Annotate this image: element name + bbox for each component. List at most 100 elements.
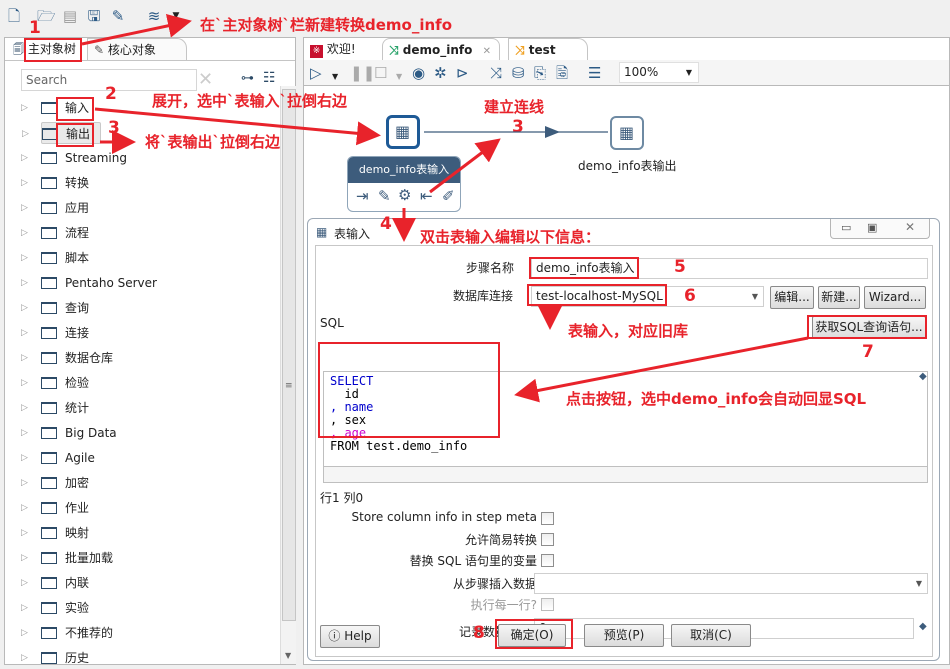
folder-icon [41,502,57,514]
gear-icon[interactable]: ⚙ [398,186,411,204]
expand-arrow-icon[interactable]: ▷ [21,297,28,319]
debug-icon[interactable]: ✲ [434,64,447,82]
expand-arrow-icon[interactable]: ▷ [21,247,28,269]
expand-arrow-icon[interactable]: ▷ [22,123,29,145]
annotation-box-1 [24,38,82,62]
cancel-button[interactable]: 取消(C) [671,624,751,647]
tab-welcome[interactable]: ※ 欢迎! [306,38,380,60]
folder-icon [41,602,57,614]
tree-item-label: 检验 [65,376,90,390]
replay-icon[interactable]: ⊳ [456,64,469,82]
table-icon: ▦ [316,225,328,239]
folder-icon [41,277,57,289]
dropdown-icon[interactable]: ▼ [168,8,184,24]
insert-from-step-select[interactable]: ▼ [534,573,928,594]
expand-arrow-icon[interactable]: ▷ [21,97,28,119]
expand-arrow-icon[interactable]: ▷ [21,322,28,344]
table-output-step[interactable]: ▦ [610,116,644,150]
scroll-down-icon[interactable]: ▼ [285,651,291,660]
preview-button[interactable]: 预览(P) [584,624,664,647]
table-input-step[interactable]: ▦ [386,115,420,149]
sql-icon[interactable]: ⎘ [534,64,546,82]
tree-item-label: 实验 [65,601,90,615]
input-icon[interactable]: ⇥ [356,187,369,205]
explore-icon[interactable]: ▤ [62,8,78,24]
stop-dropdown-icon[interactable]: ▼ [396,68,402,86]
expand-arrow-icon[interactable]: ▷ [21,222,28,244]
folder-icon [41,327,57,339]
expand-arrow-icon[interactable]: ▷ [21,172,28,194]
zoom-value: 100% [624,65,659,79]
replace-vars-checkbox[interactable] [541,554,554,567]
tab-core-objects[interactable]: ✎ 核心对象 [87,38,187,60]
run-icon[interactable]: ▷ [310,64,322,82]
close-icon[interactable]: ✕ [905,220,915,234]
expand-arrow-icon[interactable]: ▷ [21,372,28,394]
transformation-icon: ⤨ [389,43,399,57]
folder-icon [41,577,57,589]
tree-item-label: Pentaho Server [65,276,157,290]
maximize-icon[interactable]: ▣ [867,221,877,234]
verify-icon[interactable]: ⤨ [490,64,502,82]
tab-test[interactable]: ⤨ test [508,38,588,60]
expand-arrow-icon[interactable]: ▷ [21,572,28,594]
layers-icon[interactable]: ≋ [146,8,162,24]
save-icon[interactable]: 🖫 [86,8,102,24]
impact-icon[interactable]: ⛁ [512,64,525,82]
expand-arrow-icon[interactable]: ▷ [21,147,28,169]
expand-list-icon[interactable]: ☷ [263,70,276,86]
edit-connection-button[interactable]: 编辑... [770,286,814,309]
expand-arrow-icon[interactable]: ▷ [21,347,28,369]
store-column-checkbox[interactable] [541,512,554,525]
save-as-icon[interactable]: ✎ [110,8,126,24]
zoom-select[interactable]: 100% ▼ [619,62,699,83]
search-doc-icon: 🗐 [13,43,24,56]
scroll-thumb[interactable] [282,89,296,621]
expand-arrow-icon[interactable]: ▷ [21,597,28,619]
insert-from-step-label: 从步骤插入数据 [452,577,537,591]
expand-arrow-icon[interactable]: ▷ [21,522,28,544]
expand-arrow-icon[interactable]: ▷ [21,397,28,419]
edit-icon[interactable]: ✎ [378,187,391,205]
pause-icon[interactable]: ❚❚ [350,64,375,82]
output-icon[interactable]: ⇤ [420,187,433,205]
execute-each-row-checkbox[interactable] [541,598,554,611]
chevron-down-icon: ▼ [685,68,692,77]
annotation-number: 7 [862,342,874,362]
expand-arrow-icon[interactable]: ▷ [21,422,28,444]
expand-arrow-icon[interactable]: ▷ [21,197,28,219]
help-button[interactable]: ⓘ Help [320,625,380,648]
preview-icon[interactable]: ◉ [412,64,425,82]
expand-arrow-icon[interactable]: ▷ [21,447,28,469]
sql-hscrollbar[interactable] [323,467,928,483]
inject-icon[interactable]: ✐ [442,187,455,205]
show-results-icon[interactable]: ☰ [588,64,601,82]
expand-arrow-icon[interactable]: ▷ [21,547,28,569]
close-tab-icon[interactable]: ✕ [483,46,491,57]
tab-demo-info[interactable]: ⤨ demo_info ✕ [382,38,500,60]
wizard-button[interactable]: Wizard... [864,286,926,309]
cursor-position: 行1 列0 [320,491,364,505]
folder-icon [41,302,57,314]
run-dropdown-icon[interactable]: ▼ [332,68,338,86]
new-file-icon[interactable]: 🗋 [6,8,22,24]
tab-label: 欢迎! [326,42,356,56]
expand-arrow-icon[interactable]: ▷ [21,272,28,294]
expand-arrow-icon[interactable]: ▷ [21,497,28,519]
folder-icon [41,252,57,264]
collapse-tree-icon[interactable]: ⊶ [241,71,254,86]
minimize-icon[interactable]: ▭ [841,221,851,234]
sql-label: SQL [320,316,344,330]
expand-arrow-icon[interactable]: ▷ [21,472,28,494]
stop-icon[interactable]: ☐ [374,64,387,82]
tree-scrollbar[interactable]: ≡ ▼ [280,86,296,664]
tree-item-label: Agile [65,451,95,465]
clear-search-icon[interactable]: ✕ [198,69,213,90]
grip-icon: ≡ [285,381,293,391]
expand-arrow-icon[interactable]: ▷ [21,622,28,644]
expand-arrow-icon[interactable]: ▷ [21,647,28,669]
new-connection-button[interactable]: 新建... [818,286,860,309]
explore-db-icon[interactable]: 🗟 [556,64,568,82]
lazy-conversion-checkbox[interactable] [541,533,554,546]
help-icon: ⓘ [328,629,341,643]
